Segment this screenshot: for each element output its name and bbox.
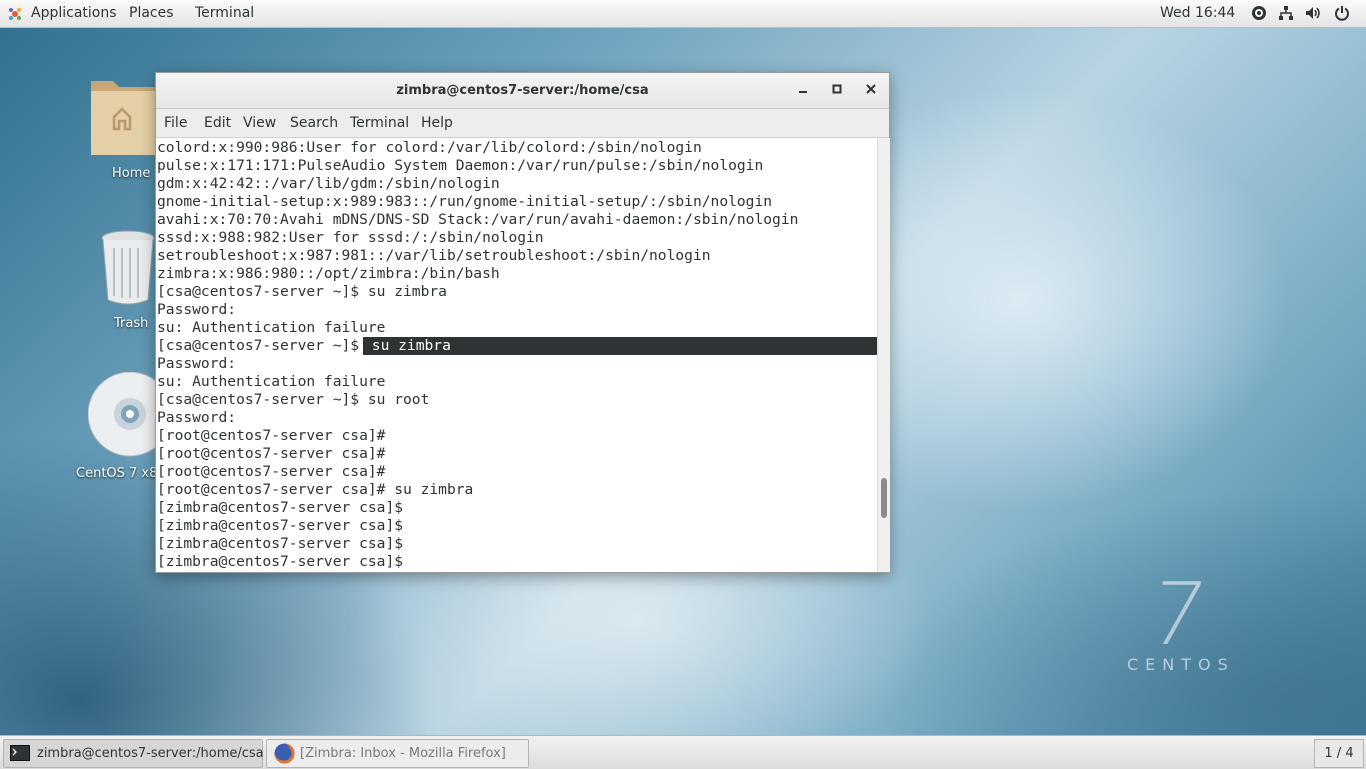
centos-logo-word: CENTOS [1127,655,1235,674]
taskbar-item-label: zimbra@centos7-server:/home/csa [37,746,264,761]
terminal-line: zimbra:x:986:980::/opt/zimbra:/bin/bash [157,265,500,282]
menu-file[interactable]: File [164,115,187,131]
terminal-line: Password: [157,355,237,372]
disc-icon[interactable] [88,372,158,460]
terminal-window[interactable]: zimbra@centos7-server:/home/csa File Edi… [155,72,890,573]
minimize-button[interactable] [792,80,814,102]
volume-icon[interactable] [1305,5,1321,21]
menu-edit[interactable]: Edit [204,115,231,131]
maximize-button[interactable] [826,80,848,102]
power-icon[interactable] [1334,5,1350,21]
close-icon [866,84,876,94]
clock[interactable]: Wed 16:44 [1160,5,1235,21]
terminal-app-menu[interactable]: Terminal [195,5,254,21]
folder-home-icon[interactable] [89,75,155,157]
menu-terminal[interactable]: Terminal [350,115,409,131]
places-menu[interactable]: Places [129,5,174,21]
terminal-line: su: Authentication failure [157,319,386,336]
terminal-line: [csa@centos7-server ~]$ su zimbra [157,283,447,300]
applications-icon[interactable] [7,6,23,22]
terminal-line: [csa@centos7-server ~]$ su root [157,391,430,408]
maximize-icon [832,84,842,94]
terminal-line: colord:x:990:986:User for colord:/var/li… [157,139,702,156]
terminal-line: [zimbra@centos7-server csa]$ [157,553,404,570]
close-button[interactable] [860,80,882,102]
disc-icon-label: CentOS 7 x8 [76,466,158,481]
window-title: zimbra@centos7-server:/home/csa [396,83,649,98]
trash-icon-label: Trash [114,316,149,331]
taskbar-item-firefox[interactable]: [Zimbra: Inbox - Mozilla Firefox] [266,739,529,768]
terminal-titlebar[interactable]: zimbra@centos7-server:/home/csa [156,73,889,109]
terminal-line: pulse:x:171:171:PulseAudio System Daemon… [157,157,764,174]
terminal-line: [root@centos7-server csa]# [157,427,386,444]
menu-view[interactable]: View [243,115,276,131]
terminal-line: [root@centos7-server csa]# su zimbra [157,481,474,498]
applications-menu[interactable]: Applications [31,5,117,21]
scrollbar-thumb[interactable] [881,478,887,518]
terminal-output[interactable]: colord:x:990:986:User for colord:/var/li… [156,138,877,572]
terminal-icon [10,745,30,761]
firefox-icon [274,743,295,764]
terminal-line: Password: [157,301,237,318]
terminal-line: sssd:x:988:982:User for sssd:/:/sbin/nol… [157,229,544,246]
terminal-line: gnome-initial-setup:x:989:983::/run/gnom… [157,193,773,210]
minimize-icon [799,91,807,93]
bottom-taskbar: zimbra@centos7-server:/home/csa [Zimbra:… [0,735,1366,769]
top-bar: Applications Places Terminal Wed 16:44 [0,0,1366,28]
terminal-line: Password: [157,409,237,426]
menu-search[interactable]: Search [290,115,338,131]
centos-logo-number: 7 [1141,565,1214,665]
terminal-line: [zimbra@centos7-server csa]$ [157,535,404,552]
terminal-line: gdm:x:42:42::/var/lib/gdm:/sbin/nologin [157,175,500,192]
workspace-switcher[interactable]: 1 / 4 [1314,739,1364,768]
terminal-line: [zimbra@centos7-server csa]$ [157,517,404,534]
accessibility-icon[interactable] [1251,5,1267,21]
menu-help[interactable]: Help [421,115,453,131]
terminal-line: [root@centos7-server csa]# [157,463,386,480]
selected-text: su zimbra [363,337,451,354]
taskbar-item-terminal[interactable]: zimbra@centos7-server:/home/csa [3,739,264,768]
network-icon[interactable] [1278,5,1294,21]
trash-icon[interactable] [100,230,156,306]
taskbar-item-label: [Zimbra: Inbox - Mozilla Firefox] [300,746,506,761]
terminal-line: avahi:x:70:70:Avahi mDNS/DNS-SD Stack:/v… [157,211,799,228]
home-icon-label: Home [112,166,151,181]
terminal-scrollbar[interactable] [877,138,890,572]
terminal-line: [zimbra@centos7-server csa]$ [157,499,404,516]
terminal-line: [csa@centos7-server ~]$ [157,337,360,354]
terminal-line: su: Authentication failure [157,373,386,390]
terminal-menubar: File Edit View Search Terminal Help [156,109,889,138]
terminal-line: [root@centos7-server csa]# [157,445,386,462]
terminal-line: setroubleshoot:x:987:981::/var/lib/setro… [157,247,711,264]
